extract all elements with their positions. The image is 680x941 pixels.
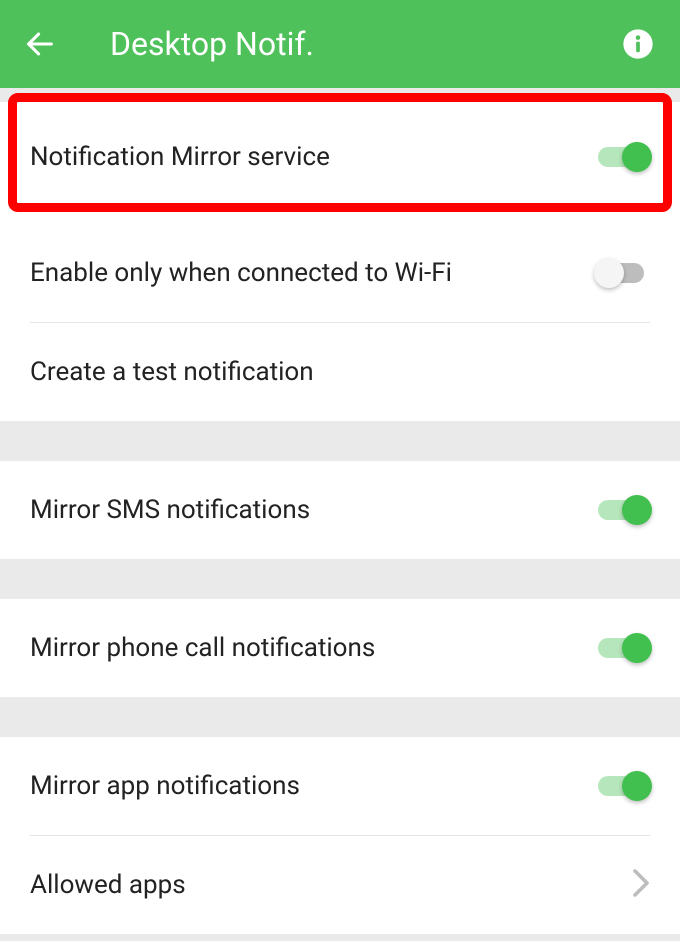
settings-list: Notification Mirror service Enable only …	[0, 88, 680, 934]
toggle-mirror-sms[interactable]	[596, 500, 650, 520]
toggle-wifi-only[interactable]	[596, 263, 650, 283]
info-button[interactable]	[620, 26, 656, 62]
row-allowed-apps[interactable]: Allowed apps	[0, 836, 680, 934]
row-label: Mirror app notifications	[30, 771, 596, 801]
toggle-mirror-service[interactable]	[596, 147, 650, 167]
row-wifi-only[interactable]: Enable only when connected to Wi-Fi	[0, 224, 680, 322]
info-icon	[622, 28, 654, 60]
row-label: Mirror phone call notifications	[30, 633, 596, 663]
row-mirror-service[interactable]: Notification Mirror service	[0, 118, 680, 196]
row-label: Notification Mirror service	[30, 142, 596, 172]
app-header: Desktop Notif.	[0, 0, 680, 88]
switch-thumb	[622, 633, 652, 663]
toggle-mirror-app[interactable]	[596, 776, 650, 796]
page-title: Desktop Notif.	[110, 25, 620, 63]
switch-thumb	[622, 142, 652, 172]
row-mirror-app[interactable]: Mirror app notifications	[0, 737, 680, 835]
section-gap	[0, 697, 680, 737]
back-arrow-icon	[23, 27, 57, 61]
chevron-right-icon	[632, 868, 650, 902]
switch-thumb	[622, 495, 652, 525]
row-mirror-sms[interactable]: Mirror SMS notifications	[0, 461, 680, 559]
section-phone: Mirror phone call notifications	[0, 599, 680, 697]
switch-thumb	[622, 771, 652, 801]
row-label: Enable only when connected to Wi-Fi	[30, 258, 596, 288]
row-test-notification[interactable]: Create a test notification	[0, 323, 680, 421]
highlighted-row-wrapper: Notification Mirror service	[0, 102, 680, 206]
switch-thumb	[594, 258, 624, 288]
row-label: Allowed apps	[30, 870, 632, 900]
section-gap	[0, 559, 680, 599]
row-label: Mirror SMS notifications	[30, 495, 596, 525]
back-button[interactable]	[20, 24, 60, 64]
section-general: Notification Mirror service Enable only …	[0, 102, 680, 421]
row-label: Create a test notification	[30, 357, 650, 387]
section-apps: Mirror app notifications Allowed apps	[0, 737, 680, 934]
section-gap	[0, 421, 680, 461]
spacer	[0, 206, 680, 224]
row-mirror-phone[interactable]: Mirror phone call notifications	[0, 599, 680, 697]
section-sms: Mirror SMS notifications	[0, 461, 680, 559]
toggle-mirror-phone[interactable]	[596, 638, 650, 658]
